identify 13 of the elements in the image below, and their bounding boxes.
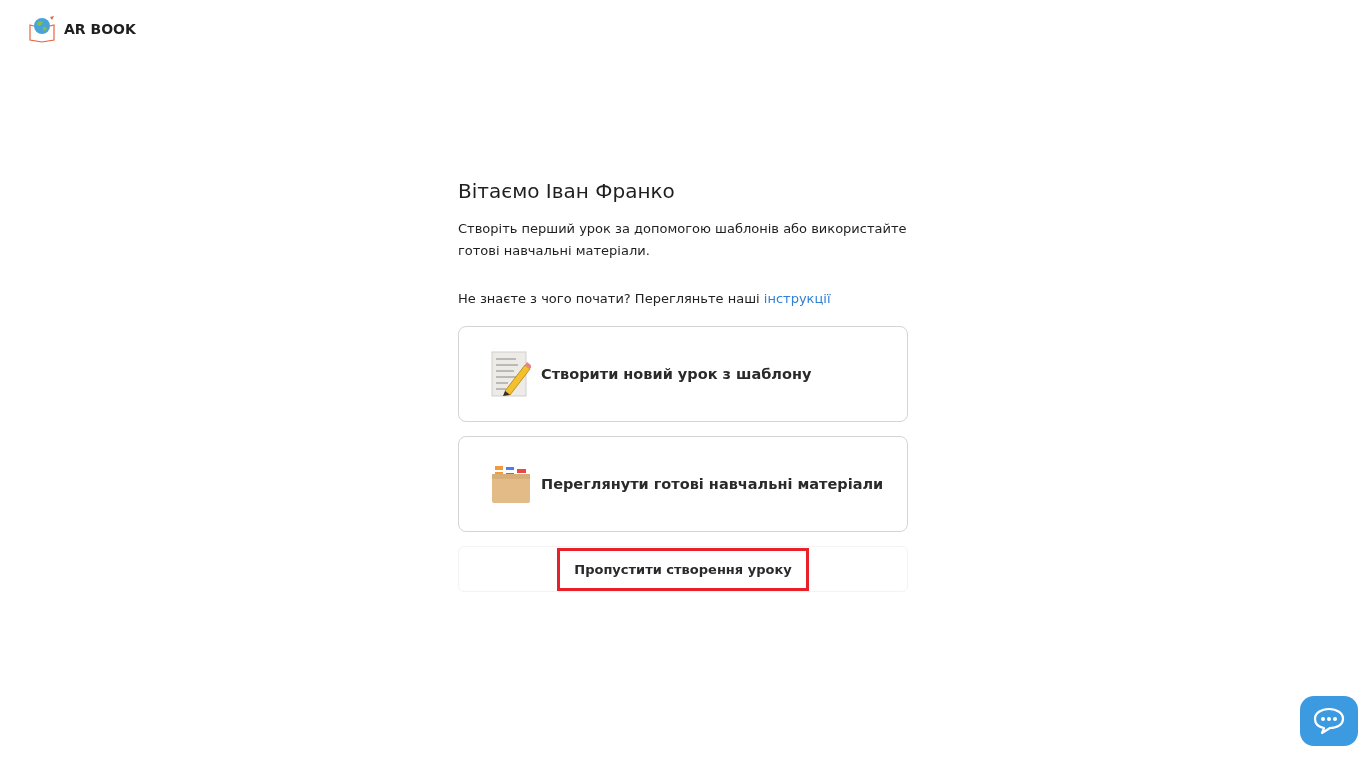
instructions-link[interactable]: інструкції: [763, 291, 831, 306]
description-text: Створіть перший урок за допомогою шаблонів або використайте готові навчальні матеріали.: [458, 220, 908, 260]
welcome-title: Вітаємо Іван Франко: [458, 178, 676, 204]
notepad-pencil-icon: [491, 351, 531, 397]
option-card[interactable]: Створити новий урок з шаблону: [458, 326, 908, 422]
skip-button[interactable]: Пропустити створення уроку: [458, 546, 908, 592]
logo-text: AR BOOK: [64, 21, 136, 37]
globe-book-icon: [28, 15, 56, 43]
card-file-box-icon: [491, 464, 531, 504]
chat-button[interactable]: [1300, 696, 1358, 746]
option-card[interactable]: Переглянути готові навчальні матеріали: [458, 436, 908, 532]
chat-bubble-icon: [1313, 707, 1345, 735]
help-text: Не знаєте з чого почати? Перегляньте наші: [458, 291, 760, 306]
